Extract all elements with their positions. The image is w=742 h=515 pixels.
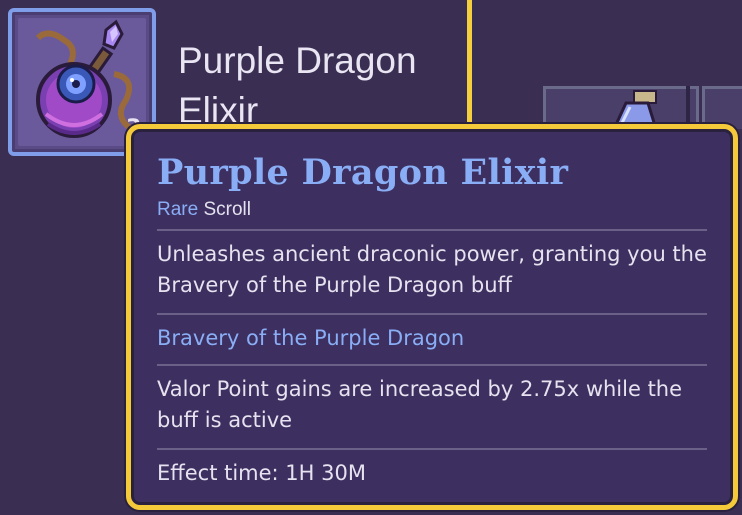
item-type-label: Scroll [203,199,251,220]
item-rarity-line: Rare Scroll [157,195,707,225]
tooltip-title: Purple Dragon Elixir [157,152,569,193]
inventory-slot[interactable] [702,86,742,129]
item-description: Unleashes ancient draconic power, granti… [157,242,707,297]
divider [157,364,707,366]
tooltip-content: Purple Dragon Elixir Rare Scroll Unleash… [157,151,707,489]
slot-gap [686,86,690,126]
inventory-slot[interactable] [543,86,699,129]
effect-time: Effect time: 1H 30M [157,461,366,485]
item-tooltip: Purple Dragon Elixir Rare Scroll Unleash… [126,124,738,510]
potion-bottle-icon [612,90,658,129]
buff-effect: Valor Point gains are increased by 2.75x… [157,377,683,432]
divider [157,448,707,450]
divider [157,313,707,315]
panel-divider [467,0,472,122]
divider [157,229,707,231]
buff-name: Bravery of the Purple Dragon [157,326,465,350]
rarity-label: Rare [157,199,199,220]
selected-item-name: Purple Dragon Elixir [178,40,417,131]
